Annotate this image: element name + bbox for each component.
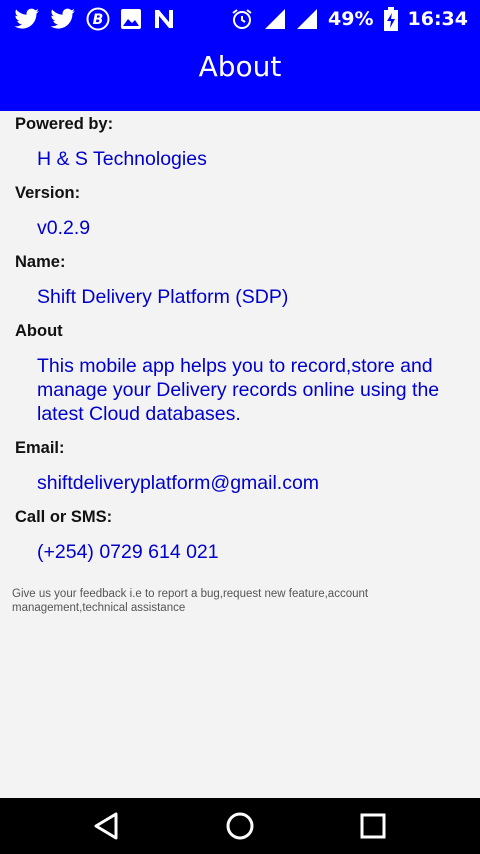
- call-label: Call or SMS:: [15, 508, 113, 526]
- recents-icon[interactable]: [355, 808, 391, 844]
- name-label: Name:: [15, 253, 66, 271]
- email-value[interactable]: shiftdeliveryplatform@gmail.com: [37, 471, 319, 495]
- about-description: This mobile app helps you to record,stor…: [37, 355, 440, 425]
- home-icon[interactable]: [222, 808, 258, 844]
- notification-icons: B: [14, 7, 176, 31]
- app-toolbar: About: [0, 38, 480, 111]
- battery-charging-icon: [383, 7, 398, 31]
- name-value: Shift Delivery Platform (SDP): [37, 286, 289, 308]
- svg-text:B: B: [93, 12, 104, 28]
- version-label: Version:: [15, 184, 81, 202]
- battery-percent: 49%: [328, 8, 374, 30]
- back-icon[interactable]: [90, 808, 126, 844]
- clock: 16:34: [407, 8, 468, 30]
- page-title: About: [198, 50, 282, 83]
- n-icon: [152, 7, 176, 31]
- email-label: Email:: [15, 439, 65, 457]
- navigation-bar: [0, 798, 480, 854]
- feedback-note: Give us your feedback i.e to report a bu…: [12, 588, 369, 614]
- powered-by-label: Powered by:: [15, 115, 114, 133]
- signal-icon: [264, 8, 286, 30]
- image-icon: [120, 8, 142, 30]
- bitcoin-icon: B: [86, 7, 110, 31]
- system-icons: 49% 16:34: [230, 7, 468, 31]
- powered-by-value: H & S Technologies: [37, 148, 207, 170]
- phone-value[interactable]: (+254) 0729 614 021: [37, 540, 219, 564]
- about-label: About: [15, 322, 63, 340]
- twitter-icon: [14, 8, 40, 30]
- signal-icon: [296, 8, 318, 30]
- version-value: v0.2.9: [37, 217, 91, 239]
- twitter-icon: [50, 8, 76, 30]
- status-bar: B 49% 16:34: [0, 0, 480, 38]
- alarm-icon: [230, 7, 254, 31]
